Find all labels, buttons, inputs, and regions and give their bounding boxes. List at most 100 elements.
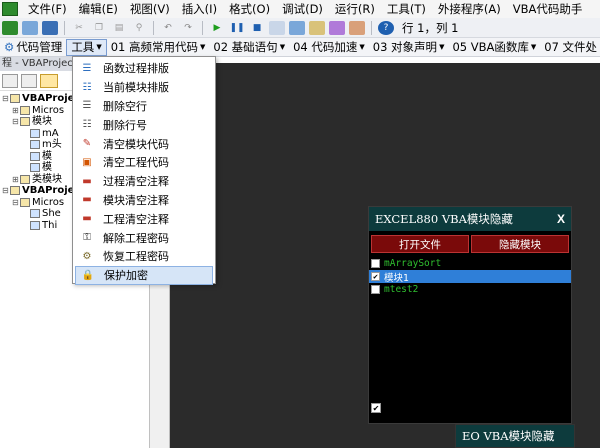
key-icon: ⚿ (83, 232, 91, 244)
tree-item-label: m头 (42, 139, 62, 150)
toolbar-separator (371, 20, 372, 35)
menu-tools[interactable]: 工具(T) (381, 1, 432, 17)
toggle-folders-icon[interactable] (40, 73, 58, 88)
menu-item-delete-line-numbers[interactable]: ☷ 删除行号 (73, 115, 215, 134)
view-object-icon[interactable] (21, 73, 37, 88)
menu-item-key[interactable]: ⚿ 解除工程密码 (73, 228, 215, 247)
menu-run[interactable]: 运行(R) (329, 1, 381, 17)
insert-icon[interactable] (22, 20, 38, 35)
tools-dropdown-menu: ☰ 函数过程排版 ☷ 当前模块排版 ☰ 删除空行 ☷ 删除行号 ✎ 清空模块代码 ▣ 清空工程代码 ▬ 过… (72, 56, 216, 285)
module-checkbox[interactable]: ✔ (371, 272, 380, 281)
menu-insert[interactable]: 插入(I) (176, 1, 223, 17)
tree-item-label: mA (42, 127, 59, 139)
object-browser-icon[interactable] (329, 20, 345, 35)
menu-item-delete-lines[interactable]: ☰ 删除空行 (73, 97, 215, 116)
folder-icon (20, 197, 30, 207)
tree-item-label: 模 (42, 162, 52, 173)
clear-project-comments-icon: ▬ (82, 213, 92, 225)
standard-toolbar: ✂ ❐ ▤ ⚲ ↶ ↷ ▶ ❚❚ ■ ? 行 1，列 1 (0, 18, 600, 38)
toolbar-separator (153, 20, 154, 35)
menu-item-clear-project-comments[interactable]: ▬ 工程清空注释 (73, 209, 215, 228)
folder-icon (20, 174, 30, 184)
toolbox-icon[interactable] (349, 20, 365, 35)
menu-view[interactable]: 视图(V) (124, 1, 176, 17)
view-code-icon[interactable] (2, 73, 18, 88)
tools-menu[interactable]: 工具 ▼ (66, 38, 107, 56)
tree-item-label: 模块 (32, 116, 52, 127)
menu-item-clear-proc-comments[interactable]: ▬ 过程清空注释 (73, 172, 215, 191)
clear-project-icon: ▣ (82, 156, 92, 168)
copy-icon[interactable]: ❐ (91, 21, 107, 35)
vba-helper-toolbar: ⚙ 代码管理 工具 ▼ 01 高频常用代码 ▼ 02 基础语句 ▼ 04 代码加速 ▼ 0… (0, 38, 600, 57)
dropdown-arrow-icon: ▼ (359, 43, 365, 51)
cut-icon[interactable]: ✂ (71, 21, 87, 35)
vba-module-hide-panel: EXCEL880 VBA模块隐藏 X 打开文件 隐藏模块 mArraySort ✔… (368, 206, 572, 424)
excel-view-icon[interactable] (2, 20, 18, 35)
open-file-button[interactable]: 打开文件 (371, 235, 469, 253)
menu-addins[interactable]: 外接程序(A) (432, 1, 507, 17)
save-icon[interactable] (42, 20, 58, 35)
paste-icon[interactable]: ▤ (111, 21, 127, 35)
tree-item-label: Micros (32, 104, 65, 116)
expand-toggle-icon[interactable]: ⊟ (2, 185, 10, 197)
list-item[interactable]: ✔ 模块1 (369, 270, 571, 284)
object-declare-menu[interactable]: 03 对象声明 ▼ (369, 39, 449, 55)
menu-vba-helper[interactable]: VBA代码助手 (507, 1, 589, 17)
dropdown-arrow-icon: ▼ (439, 43, 445, 51)
module-checkbox[interactable] (371, 285, 380, 294)
menu-item-restore-password[interactable]: ⚙ 恢复工程密码 (73, 247, 215, 266)
redo-icon[interactable]: ↷ (180, 21, 196, 35)
menu-item-clear-module[interactable]: ✎ 清空模块代码 (73, 134, 215, 153)
code-manage-menu[interactable]: ⚙ 代码管理 (0, 39, 66, 55)
delete-line-numbers-icon: ☷ (82, 119, 92, 131)
menu-debug[interactable]: 调试(D) (276, 1, 329, 17)
menu-item-module-format[interactable]: ☷ 当前模块排版 (73, 78, 215, 97)
project-explorer-icon[interactable] (289, 20, 305, 35)
tree-item-label: VBAProje (22, 93, 75, 104)
vba-panel-title: EXCEL880 VBA模块隐藏 (375, 212, 513, 226)
module-checkbox[interactable] (371, 259, 380, 268)
stop-icon[interactable]: ■ (249, 21, 265, 35)
tree-item-label: VBAProje (22, 185, 75, 196)
menu-file[interactable]: 文件(F) (22, 1, 73, 17)
expand-toggle-icon[interactable]: ⊞ (12, 105, 20, 117)
run-icon[interactable]: ▶ (209, 21, 225, 35)
expand-toggle-icon[interactable]: ⊟ (12, 197, 20, 209)
dropdown-arrow-icon: ▼ (530, 43, 537, 51)
menu-item-lock[interactable]: 🔒 保护加密 (75, 265, 213, 285)
menu-item-clear-project[interactable]: ▣ 清空工程代码 (73, 153, 215, 172)
code-accel-menu[interactable]: 04 代码加速 ▼ (289, 39, 369, 55)
close-button[interactable]: X (557, 212, 565, 226)
file-menu[interactable]: 07 文件处 (540, 39, 600, 55)
basic-statements-menu[interactable]: 02 基础语句 ▼ (209, 39, 289, 55)
list-item[interactable]: mtest2 (369, 283, 571, 296)
vba-function-lib-menu[interactable]: 05 VBA函数库 ▼ (448, 39, 540, 55)
menu-item-clear-module-comments[interactable]: ▬ 模块清空注释 (73, 191, 215, 210)
menu-item-label: 保护加密 (104, 269, 148, 283)
tree-item-label: Thi (42, 219, 58, 231)
help-icon[interactable]: ? (378, 20, 394, 35)
expand-toggle-icon[interactable]: ⊟ (2, 93, 10, 105)
properties-icon[interactable] (309, 20, 325, 35)
high-freq-code-menu[interactable]: 01 高频常用代码 ▼ (107, 39, 210, 55)
list-item[interactable]: mArraySort (369, 257, 571, 270)
menu-edit[interactable]: 编辑(E) (73, 1, 124, 17)
select-all-checkbox[interactable]: ✔ (371, 403, 381, 413)
undo-icon[interactable]: ↶ (160, 21, 176, 35)
design-mode-icon[interactable] (269, 20, 285, 35)
excel-app-icon[interactable] (2, 2, 18, 16)
expand-toggle-icon[interactable]: ⊞ (12, 174, 20, 186)
menu-item-label: 函数过程排版 (103, 62, 169, 76)
pause-icon[interactable]: ❚❚ (229, 21, 245, 35)
find-icon[interactable]: ⚲ (131, 21, 147, 35)
clear-module-icon: ✎ (82, 138, 92, 150)
hide-module-button[interactable]: 隐藏模块 (471, 235, 569, 253)
tree-item-label: Micros (32, 196, 65, 208)
menu-item-label: 过程清空注释 (103, 175, 169, 189)
tree-item-label: 模 (42, 150, 52, 162)
menu-item-format[interactable]: ☰ 函数过程排版 (73, 59, 215, 78)
menu-format[interactable]: 格式(O) (223, 1, 276, 17)
restore-password-icon: ⚙ (82, 250, 92, 262)
folder-icon (20, 105, 30, 115)
expand-toggle-icon[interactable]: ⊟ (12, 116, 20, 128)
